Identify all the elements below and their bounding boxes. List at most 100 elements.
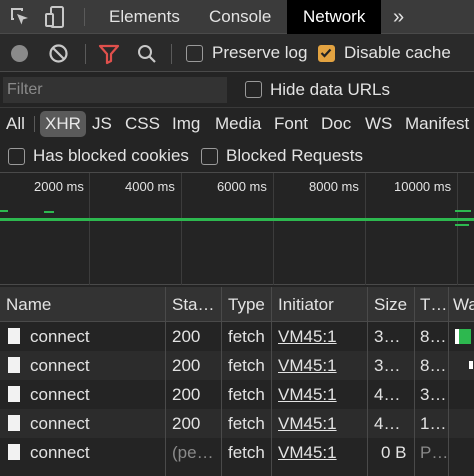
- table-row[interactable]: connect 200 fetch VM45:1 4… 1…: [0, 409, 474, 438]
- overview-gridline: [273, 173, 274, 285]
- filter-bar: Hide data URLs: [0, 72, 474, 108]
- request-size: 3…: [374, 327, 401, 346]
- request-status: 200: [172, 356, 201, 375]
- type-manifest[interactable]: Manifest: [405, 111, 469, 137]
- request-name: connect: [30, 356, 90, 375]
- column-header-name[interactable]: Name: [6, 287, 51, 322]
- request-type: fetch: [228, 414, 265, 433]
- request-initiator-link[interactable]: VM45:1: [278, 438, 337, 467]
- device-toolbar-icon[interactable]: [43, 5, 67, 29]
- request-initiator-link[interactable]: VM45:1: [278, 351, 337, 380]
- request-type: fetch: [228, 385, 265, 404]
- overview-request-mark: [44, 211, 54, 213]
- table-row[interactable]: connect (pe… fetch VM45:1 0 B P…: [0, 438, 474, 467]
- record-icon[interactable]: [11, 45, 28, 62]
- request-type: fetch: [228, 327, 265, 346]
- file-icon: [8, 357, 20, 373]
- column-header-size[interactable]: Size: [374, 287, 407, 322]
- table-row[interactable]: connect 200 fetch VM45:1 4… 3…: [0, 380, 474, 409]
- overview-gridline: [89, 173, 90, 285]
- file-icon: [8, 328, 20, 344]
- request-status: 200: [172, 327, 201, 346]
- request-time: 3…: [420, 385, 447, 404]
- tab-console[interactable]: Console: [209, 0, 271, 34]
- type-all[interactable]: All: [6, 111, 25, 137]
- request-time: 1…: [420, 414, 447, 433]
- request-type: fetch: [228, 356, 265, 375]
- overview-request-mark: [455, 210, 471, 212]
- request-status: 200: [172, 385, 201, 404]
- preserve-log-label: Preserve log: [212, 43, 308, 62]
- preserve-log-checkbox[interactable]: [186, 45, 203, 62]
- column-header-status[interactable]: Sta…: [172, 287, 222, 322]
- more-tabs-button[interactable]: »: [393, 0, 404, 34]
- file-icon: [8, 415, 20, 431]
- search-icon[interactable]: [136, 43, 158, 65]
- type-img[interactable]: Img: [172, 111, 200, 137]
- network-overview[interactable]: 2000 ms 4000 ms 6000 ms 8000 ms 10000 ms: [0, 173, 474, 285]
- request-name: connect: [30, 414, 90, 433]
- request-status: (pe…: [172, 443, 214, 462]
- file-icon: [8, 386, 20, 402]
- filter-input[interactable]: [3, 77, 227, 103]
- request-time: 8…: [420, 356, 447, 375]
- column-header-time[interactable]: T…: [420, 287, 448, 322]
- table-row[interactable]: connect 200 fetch VM45:1 3… 8…: [0, 351, 474, 380]
- toolbar-divider: [171, 44, 172, 64]
- has-blocked-cookies-label: Has blocked cookies: [33, 146, 189, 165]
- column-divider[interactable]: [367, 287, 368, 476]
- request-type: fetch: [228, 443, 265, 462]
- overview-gridline: [457, 173, 458, 285]
- type-divider: [34, 116, 35, 132]
- disable-cache-checkbox[interactable]: [318, 45, 335, 62]
- overview-tick: 10000 ms: [394, 179, 452, 194]
- table-row[interactable]: connect 200 fetch VM45:1 3… 8…: [0, 322, 474, 351]
- column-divider[interactable]: [165, 287, 166, 476]
- column-divider[interactable]: [271, 287, 272, 476]
- clear-icon[interactable]: [48, 43, 69, 64]
- type-doc[interactable]: Doc: [321, 111, 351, 137]
- column-divider[interactable]: [414, 287, 415, 476]
- request-initiator-link[interactable]: VM45:1: [278, 322, 337, 351]
- request-size: 4…: [374, 385, 401, 404]
- file-icon: [8, 444, 20, 460]
- request-time: 8…: [420, 327, 447, 346]
- resource-type-filter: All XHR JS CSS Img Media Font Doc WS Man…: [0, 108, 474, 140]
- table-header: Name Sta… Type Initiator Size T… Wa: [0, 287, 474, 322]
- type-media[interactable]: Media: [215, 111, 261, 137]
- type-xhr[interactable]: XHR: [40, 111, 86, 137]
- column-header-waterfall[interactable]: Wa: [453, 287, 474, 322]
- type-ws[interactable]: WS: [365, 111, 392, 137]
- column-divider[interactable]: [221, 287, 222, 476]
- type-js[interactable]: JS: [92, 111, 112, 137]
- tab-network[interactable]: Network: [287, 0, 382, 34]
- has-blocked-cookies-checkbox[interactable]: [8, 148, 25, 165]
- blocked-filter-row: Has blocked cookies Blocked Requests: [0, 140, 474, 173]
- filter-icon[interactable]: [98, 43, 120, 65]
- tab-separator: [84, 8, 85, 26]
- waterfall-bar: [469, 361, 473, 369]
- request-status: 200: [172, 414, 201, 433]
- blocked-requests-checkbox[interactable]: [201, 148, 218, 165]
- request-initiator-link[interactable]: VM45:1: [278, 409, 337, 438]
- request-size: 4…: [374, 414, 401, 433]
- type-css[interactable]: CSS: [125, 111, 160, 137]
- overview-gridline: [365, 173, 366, 285]
- devtools-tabbar: Elements Console Network »: [0, 0, 474, 34]
- column-header-initiator[interactable]: Initiator: [278, 287, 334, 322]
- waterfall-bar: [459, 329, 471, 344]
- request-initiator-link[interactable]: VM45:1: [278, 380, 337, 409]
- overview-tick: 8000 ms: [309, 179, 359, 194]
- overview-request-mark: [455, 224, 469, 226]
- hide-data-urls-checkbox[interactable]: [245, 81, 262, 98]
- requests-table: Name Sta… Type Initiator Size T… Wa conn…: [0, 287, 474, 476]
- column-header-type[interactable]: Type: [228, 287, 265, 322]
- overview-tick: 4000 ms: [125, 179, 175, 194]
- network-toolbar: Preserve log Disable cache: [0, 34, 474, 72]
- column-divider[interactable]: [448, 287, 449, 476]
- type-font[interactable]: Font: [274, 111, 308, 137]
- blocked-requests-label: Blocked Requests: [226, 146, 364, 165]
- overview-tick: 6000 ms: [217, 179, 267, 194]
- tab-elements[interactable]: Elements: [109, 0, 180, 34]
- inspect-element-icon[interactable]: [8, 5, 32, 29]
